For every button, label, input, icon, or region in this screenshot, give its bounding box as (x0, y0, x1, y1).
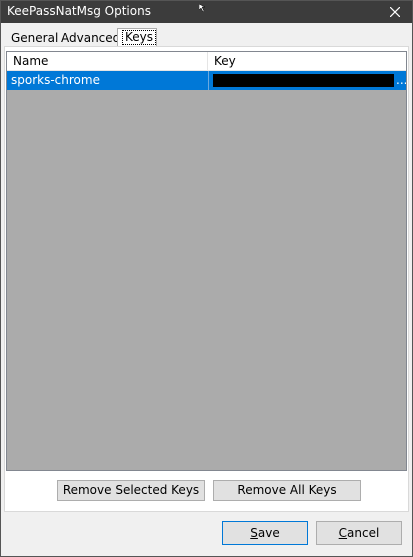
row-key-cell: ... (208, 71, 407, 90)
close-icon (390, 7, 400, 17)
redacted-key-block (213, 74, 394, 87)
title-bar[interactable]: KeePassNatMsg Options (1, 1, 412, 23)
cancel-mnemonic: C (338, 526, 348, 540)
key-ellipsis: ... (396, 73, 407, 87)
cancel-label-rest: ancel (347, 526, 380, 540)
mouse-cursor-icon (198, 1, 209, 15)
tab-keys[interactable]: Keys (117, 28, 157, 46)
close-button[interactable] (378, 1, 412, 23)
keys-listview[interactable]: Name Key sporks-chrome ... (6, 51, 407, 471)
tab-general[interactable]: General (6, 30, 58, 46)
tab-advanced-label: Advanced (61, 31, 121, 45)
tab-keys-label: Keys (121, 30, 157, 45)
tab-advanced[interactable]: Advanced (56, 30, 120, 46)
cancel-button[interactable]: Cancel (316, 521, 402, 545)
list-header: Name Key (7, 52, 406, 71)
window-title: KeePassNatMsg Options (7, 4, 151, 18)
options-window: KeePassNatMsg Options General Advanced K… (0, 0, 413, 557)
row-name-cell: sporks-chrome (11, 73, 100, 87)
remove-selected-keys-button[interactable]: Remove Selected Keys (57, 480, 205, 501)
save-label-rest: ave (257, 526, 280, 540)
tab-general-label: General (11, 31, 59, 45)
tab-bar: General Advanced Keys (6, 28, 406, 46)
column-header-name[interactable]: Name (7, 52, 208, 70)
table-row[interactable]: sporks-chrome ... (7, 71, 406, 90)
remove-all-keys-button[interactable]: Remove All Keys (213, 480, 361, 501)
column-header-key[interactable]: Key (208, 52, 406, 70)
save-mnemonic: S (250, 526, 258, 540)
save-button[interactable]: Save (222, 521, 308, 545)
